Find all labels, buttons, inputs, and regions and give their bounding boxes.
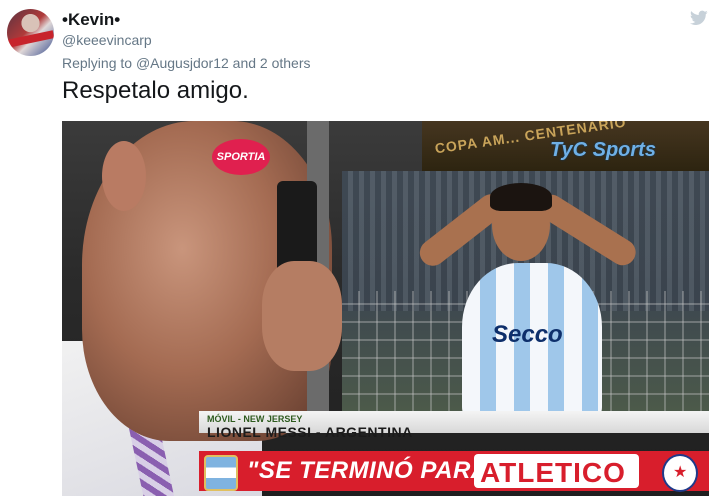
- lower-third-location: MÓVIL - NEW JERSEY: [207, 414, 303, 424]
- display-name[interactable]: •Kevin•: [62, 9, 152, 31]
- user-handle[interactable]: @keeevincarp: [62, 31, 152, 49]
- reply-prefix: Replying to: [62, 55, 133, 71]
- tweet-text: Respetalo amigo.: [62, 77, 249, 104]
- twitter-bird-icon[interactable]: [690, 10, 708, 26]
- sportia-logo: SPORTIA: [212, 139, 270, 175]
- tweet-header: •Kevin• @keeevincarp: [62, 9, 152, 49]
- lower-third-name: LIONEL MESSI - ARGENTINA: [207, 424, 413, 440]
- ticker-highlight: ATLETICO: [480, 457, 626, 488]
- jersey-sponsor: Secco: [492, 321, 563, 348]
- tweet-media-image[interactable]: COPA AM... CENTENARIO TyC Sports SPORTIA…: [62, 121, 709, 496]
- chile-crest-icon: ★: [662, 454, 698, 492]
- reply-others-link[interactable]: and 2 others: [233, 55, 311, 71]
- inset-player-photo: Secco: [342, 171, 709, 411]
- reply-context: Replying to @Augusjdor12 and 2 others: [62, 55, 311, 71]
- avatar[interactable]: [7, 9, 54, 56]
- channel-logo: TyC Sports: [550, 139, 656, 161]
- reply-user-link[interactable]: @Augusjdor12: [136, 55, 229, 71]
- argentina-crest-icon: [204, 455, 238, 491]
